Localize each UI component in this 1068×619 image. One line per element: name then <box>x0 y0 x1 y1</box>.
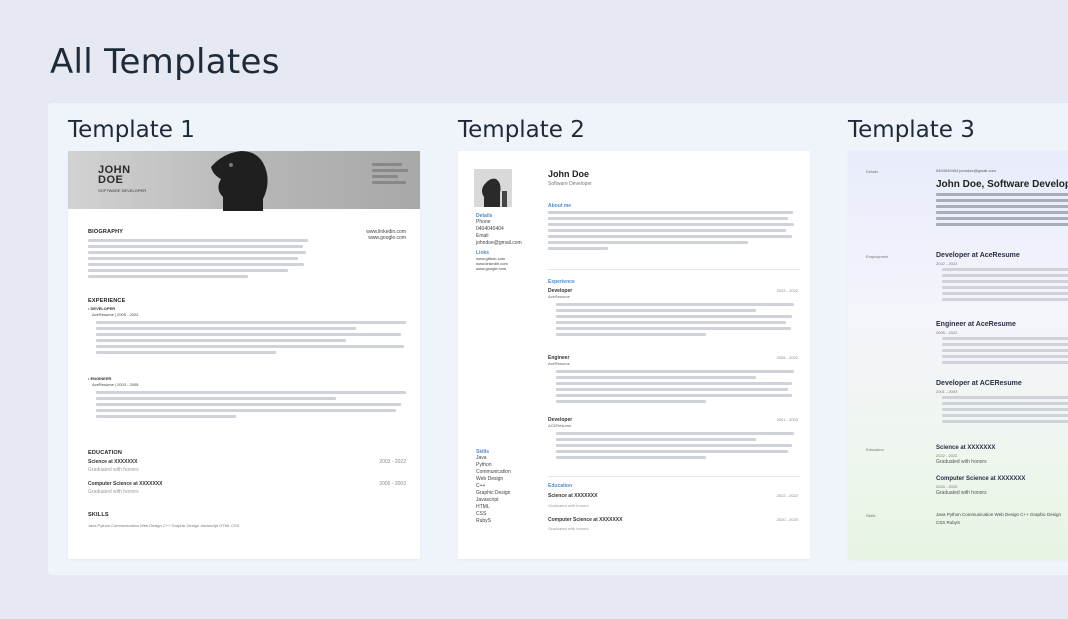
skill-item: C++ <box>476 483 486 489</box>
template-preview[interactable]: Details 0404040404 johndoe@gmail.com Joh… <box>848 151 1068 559</box>
education-degree: Science at XXXXXXX <box>548 493 598 499</box>
job-title: • DEVELOPER <box>88 306 116 311</box>
section-heading: SKILLS <box>88 512 109 518</box>
template-title: Template 3 <box>848 117 975 143</box>
job-title: Developer at AceResume <box>936 252 1020 259</box>
job-years: 2001 - 2003 <box>936 389 958 394</box>
detail-text: 0404040404 <box>476 226 504 232</box>
template-title: Template 1 <box>68 117 195 143</box>
job-years: 2022 - 2022 <box>936 261 958 266</box>
template-preview[interactable]: JOHN DOE SOFTWARE DEVELOPER BIOGRAPHY www… <box>68 151 420 559</box>
education-degree: Computer Science at XXXXXXX <box>936 476 1026 482</box>
job-years: 2001 - 2003 <box>776 417 798 422</box>
chess-knight-image <box>211 151 268 211</box>
education-note: Graduated with honors <box>548 526 589 531</box>
education-degree: Science at XXXXXXX <box>88 459 138 465</box>
education-years: 2022 - 2022 <box>776 493 798 498</box>
education-degree: Computer Science at XXXXXXX <box>548 517 623 523</box>
skill-item: Communication <box>476 469 511 475</box>
education-years: 2020 - 2020 <box>776 517 798 522</box>
template-card-3[interactable]: Template 3 Details 0404040404 johndoe@gm… <box>828 103 1068 575</box>
resume-name: John Doe <box>548 169 590 179</box>
detail-text: Email <box>476 233 489 239</box>
detail-text: Phone <box>476 219 491 225</box>
job-company: AceResume | 2005 - 2022 <box>92 312 139 317</box>
skill-item: RubyS <box>476 518 492 524</box>
education-note: Graduated with honors <box>936 490 987 496</box>
template-title: Template 2 <box>458 117 585 143</box>
section-heading: EDUCATION <box>88 450 123 456</box>
job-company: ACEResume <box>548 423 572 428</box>
detail-text: johndoe@gmail.com <box>476 240 522 246</box>
job-company: AceResume <box>548 294 570 299</box>
skill-item: Python <box>476 462 492 468</box>
resume-name: DOE <box>98 174 124 186</box>
skill-item: CSS <box>476 511 487 517</box>
template-preview[interactable]: John Doe Software Developer Details Phon… <box>458 151 810 559</box>
skill-item: Java <box>476 455 487 461</box>
job-years: 2022 - 2022 <box>776 288 798 293</box>
skills-list: CSS RubyS <box>936 520 961 525</box>
section-label: Employment <box>866 254 889 259</box>
section-heading: BIOGRAPHY <box>88 229 124 235</box>
profile-photo <box>474 169 512 207</box>
education-note: Graduated with honors <box>548 503 589 508</box>
section-heading: EXPERIENCE <box>88 298 126 304</box>
resume-headline: John Doe, Software Developer <box>936 179 1068 190</box>
education-years: 2000 - 2003 <box>379 481 406 487</box>
link-text: www.google.com <box>368 235 406 241</box>
skills-list: Java Python Communication Web Design C++… <box>88 523 240 528</box>
education-degree: Computer Science at XXXXXXX <box>88 481 163 487</box>
job-title: • ENGINEER <box>88 376 112 381</box>
skill-item: Web Design <box>476 476 504 482</box>
page-title: All Templates <box>50 42 280 82</box>
skill-item: Graphic Design <box>476 490 511 496</box>
section-label: Skills <box>866 513 876 518</box>
section-label: Education <box>866 447 884 452</box>
section-heading: Education <box>548 483 573 489</box>
job-title: Developer at ACEResume <box>936 380 1022 387</box>
job-title: Engineer at AceResume <box>936 321 1016 328</box>
job-company: AceResume | 2003 - 2005 <box>92 382 139 387</box>
education-years: 2003 - 2022 <box>379 459 406 465</box>
education-note: Graduated with honors <box>88 467 139 473</box>
section-heading: About me <box>548 203 572 209</box>
skill-item: Javascript <box>476 497 499 503</box>
resume-role: Software Developer <box>548 181 592 187</box>
education-note: Graduated with honors <box>936 459 987 465</box>
education-note: Graduated with honors <box>88 489 139 495</box>
skills-list: Java Python Communication Web Design C++… <box>936 512 1061 517</box>
templates-panel: Template 1 JOHN DOE SOFTWARE DEVELOPER BI… <box>48 103 1068 575</box>
job-years: 2005 - 2022 <box>936 330 958 335</box>
link-text: www.google.com <box>476 266 507 271</box>
resume-role: SOFTWARE DEVELOPER <box>98 188 147 193</box>
biography-text <box>88 239 308 281</box>
contact-text: 0404040404 johndoe@gmail.com <box>936 168 996 173</box>
job-years: 2005 - 2022 <box>776 355 798 360</box>
job-company: AceResume <box>548 361 570 366</box>
education-degree: Science at XXXXXXX <box>936 445 996 451</box>
resume-header: JOHN DOE SOFTWARE DEVELOPER <box>68 151 420 211</box>
skill-item: HTML <box>476 504 490 510</box>
section-heading: Experience <box>548 279 575 285</box>
section-label: Details <box>866 169 879 174</box>
